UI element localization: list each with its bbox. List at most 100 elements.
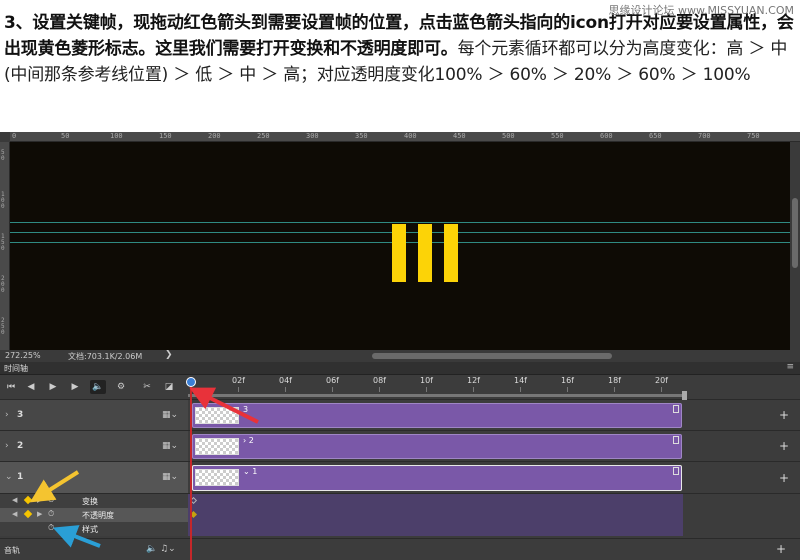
ruler-tick-label: 550 bbox=[551, 132, 564, 140]
yellow-bar-3[interactable] bbox=[444, 224, 458, 282]
property-header-opacity[interactable]: ◀ ▶ ⏱ 不透明度 bbox=[0, 508, 188, 522]
frame-tick bbox=[614, 387, 615, 392]
prev-frame-button[interactable]: ◀ bbox=[24, 380, 38, 394]
audio-track-icons[interactable]: 🔈 ♫⌄ bbox=[146, 544, 176, 554]
layer-clip-3[interactable]: 3 bbox=[192, 403, 682, 428]
property-name: 样式 bbox=[82, 525, 98, 534]
next-frame-button[interactable]: ▶ bbox=[68, 380, 82, 394]
property-name: 不透明度 bbox=[82, 511, 114, 520]
property-track-style bbox=[188, 522, 683, 536]
timeline-title[interactable]: 时间轴 bbox=[4, 363, 28, 374]
ruler-tick-label: 650 bbox=[649, 132, 662, 140]
work-area-bar[interactable] bbox=[188, 394, 686, 397]
panel-menu-icon[interactable]: ≡ bbox=[786, 362, 794, 372]
ruler-tick-label: 250 bbox=[257, 132, 270, 140]
prev-keyframe-icon[interactable]: ◀ bbox=[12, 496, 17, 504]
settings-gear-icon[interactable]: ⚙ bbox=[114, 380, 128, 394]
stopwatch-icon[interactable]: ⏱ bbox=[48, 509, 54, 519]
film-strip-icon[interactable]: ▦⌄ bbox=[162, 472, 178, 482]
playhead-line[interactable] bbox=[190, 377, 192, 560]
clip-thumbnail bbox=[195, 438, 239, 455]
track-empty bbox=[683, 494, 800, 508]
clip-label: ⌄ 1 bbox=[243, 467, 258, 476]
next-keyframe-icon[interactable]: ▶ bbox=[37, 496, 42, 504]
layer-clip-2[interactable]: › 2 bbox=[192, 434, 682, 459]
watermark: 思缘设计论坛 www.MISSYUAN.COM bbox=[608, 4, 794, 17]
ruler-tick-label: 750 bbox=[747, 132, 760, 140]
clip-end-handle[interactable] bbox=[673, 467, 679, 475]
frame-label[interactable]: 06f bbox=[326, 376, 339, 385]
frame-label[interactable]: 12f bbox=[467, 376, 480, 385]
property-row-transform[interactable]: ◀ ▶ ⏱ 变换 bbox=[0, 494, 800, 508]
frame-label[interactable]: 14f bbox=[514, 376, 527, 385]
property-row-style[interactable]: ⏱ 样式 bbox=[0, 522, 800, 536]
vertical-scrollbar[interactable] bbox=[790, 142, 800, 350]
first-frame-button[interactable]: ⏮ bbox=[4, 380, 18, 394]
prev-keyframe-icon[interactable]: ◀ bbox=[12, 510, 17, 518]
collapse-chevron-icon[interactable]: ⌄ bbox=[5, 472, 13, 482]
add-media-button[interactable]: + bbox=[768, 431, 800, 462]
stopwatch-icon[interactable]: ⏱ bbox=[48, 495, 54, 505]
yellow-bar-1[interactable] bbox=[392, 224, 406, 282]
audio-toggle-button[interactable]: 🔈 bbox=[90, 380, 106, 394]
play-button[interactable]: ▶ bbox=[46, 380, 60, 394]
layer-clip-1[interactable]: ⌄ 1 bbox=[192, 465, 682, 491]
document-canvas[interactable] bbox=[10, 142, 790, 350]
zoom-level[interactable]: 272.25% bbox=[5, 351, 41, 360]
film-strip-icon[interactable]: ▦⌄ bbox=[162, 410, 178, 420]
add-media-button[interactable]: + bbox=[768, 400, 800, 431]
frame-label[interactable]: 04f bbox=[279, 376, 292, 385]
frame-label[interactable]: 16f bbox=[561, 376, 574, 385]
layer-header-2[interactable]: › 2 ▦⌄ bbox=[0, 431, 188, 462]
add-keyframe-diamond-icon[interactable] bbox=[23, 495, 33, 505]
property-header-style[interactable]: ⏱ 样式 bbox=[0, 522, 188, 536]
status-bar: 272.25% 文档:703.1K/2.06M ❯ bbox=[0, 350, 800, 362]
work-area-end-handle[interactable] bbox=[682, 391, 687, 400]
yellow-bar-2[interactable] bbox=[418, 224, 432, 282]
audio-track-name: 音轨 bbox=[4, 546, 20, 555]
audio-track-row[interactable]: 音轨 🔈 ♫⌄ + bbox=[0, 538, 800, 560]
ruler-tick-label: 100 bbox=[110, 132, 123, 140]
stopwatch-icon[interactable]: ⏱ bbox=[48, 523, 54, 533]
frame-label[interactable]: 02f bbox=[232, 376, 245, 385]
frame-tick bbox=[567, 387, 568, 392]
add-keyframe-diamond-icon[interactable] bbox=[23, 509, 33, 519]
layer-row-3[interactable]: › 3 ▦⌄ 3 + bbox=[0, 400, 800, 431]
playhead-handle[interactable] bbox=[186, 377, 196, 387]
layer-header-1[interactable]: ⌄ 1 ▦⌄ bbox=[0, 462, 188, 494]
split-scissors-icon[interactable]: ✂ bbox=[140, 380, 154, 394]
ruler-tick-label: 200 bbox=[208, 132, 221, 140]
property-row-opacity[interactable]: ◀ ▶ ⏱ 不透明度 bbox=[0, 508, 800, 522]
layer-row-2[interactable]: › 2 ▦⌄ › 2 + bbox=[0, 431, 800, 462]
status-menu-arrow[interactable]: ❯ bbox=[165, 350, 173, 360]
clip-label: › 2 bbox=[243, 436, 254, 445]
ruler-tick-label: 400 bbox=[404, 132, 417, 140]
frame-label[interactable]: 10f bbox=[420, 376, 433, 385]
vertical-scroll-thumb[interactable] bbox=[792, 198, 798, 268]
property-header-transform[interactable]: ◀ ▶ ⏱ 变换 bbox=[0, 494, 188, 508]
add-media-button[interactable]: + bbox=[768, 462, 800, 494]
layer-name: 1 bbox=[17, 472, 24, 482]
property-track-transform bbox=[188, 494, 683, 508]
frame-label[interactable]: 18f bbox=[608, 376, 621, 385]
next-keyframe-icon[interactable]: ▶ bbox=[37, 510, 42, 518]
frame-label[interactable]: 08f bbox=[373, 376, 386, 385]
guide-line-top[interactable] bbox=[10, 222, 790, 223]
horizontal-scrollbar[interactable] bbox=[372, 353, 612, 359]
time-ruler[interactable]: 02f 04f 06f 08f 10f 12f 14f 16f 18f 20f bbox=[188, 375, 800, 400]
expand-chevron-icon[interactable]: › bbox=[5, 410, 9, 420]
frame-tick bbox=[285, 387, 286, 392]
ruler-tick-label: 700 bbox=[698, 132, 711, 140]
clip-end-handle[interactable] bbox=[673, 405, 679, 413]
frame-label[interactable]: 20f bbox=[655, 376, 668, 385]
layer-name: 3 bbox=[17, 410, 24, 420]
layer-row-1[interactable]: ⌄ 1 ▦⌄ ⌄ 1 + bbox=[0, 462, 800, 494]
layer-header-3[interactable]: › 3 ▦⌄ bbox=[0, 400, 188, 431]
film-strip-icon[interactable]: ▦⌄ bbox=[162, 441, 178, 451]
ruler-tick-label: 50 bbox=[1, 149, 5, 162]
add-audio-button[interactable]: + bbox=[776, 542, 786, 556]
expand-chevron-icon[interactable]: › bbox=[5, 441, 9, 451]
clip-end-handle[interactable] bbox=[673, 436, 679, 444]
transition-icon[interactable]: ◪ bbox=[162, 380, 176, 394]
ruler-tick-label: 0 bbox=[12, 132, 17, 140]
